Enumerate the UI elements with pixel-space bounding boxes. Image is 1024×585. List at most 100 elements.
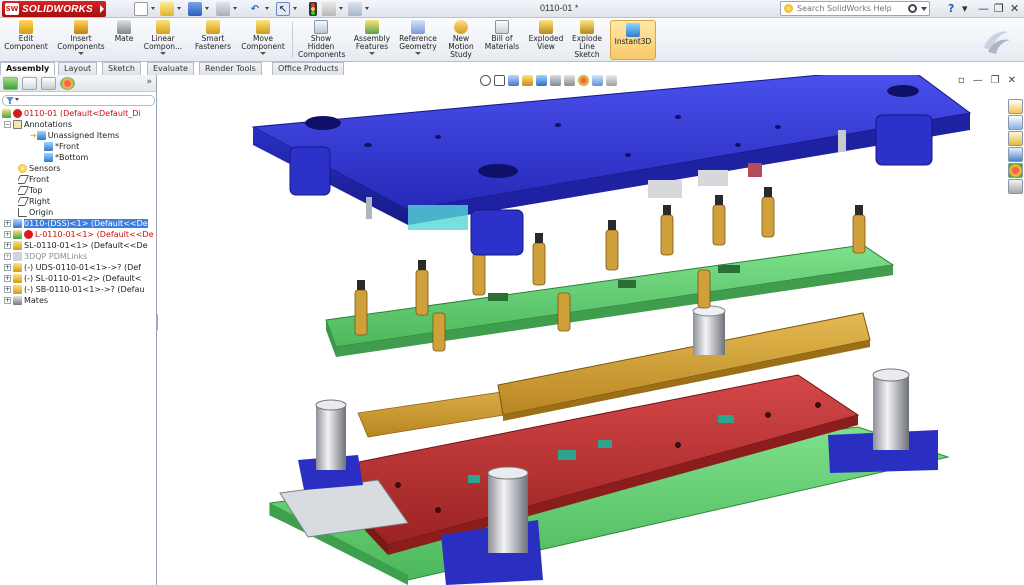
expand-icon[interactable]: + bbox=[4, 297, 11, 304]
display-manager-tab-icon[interactable] bbox=[60, 77, 75, 90]
tree-filter[interactable] bbox=[2, 95, 155, 106]
tree-item-sensors[interactable]: Sensors bbox=[18, 163, 61, 174]
close-icon[interactable]: ✕ bbox=[1010, 2, 1019, 15]
expand-icon[interactable]: + bbox=[4, 253, 11, 260]
feature-manager-tab-icon[interactable] bbox=[3, 77, 18, 90]
options-icon[interactable] bbox=[348, 2, 362, 16]
tree-item-top-plane[interactable]: Top bbox=[18, 185, 43, 196]
tree-root-assembly[interactable]: 0110-01 (Default<Default_Di bbox=[2, 108, 141, 119]
explode-line-sketch-button[interactable]: Explode Line Sketch bbox=[568, 20, 606, 59]
tree-item-front-plane[interactable]: Front bbox=[18, 174, 49, 185]
help-button[interactable]: ? bbox=[948, 2, 954, 15]
tab-office-products[interactable]: Office Products bbox=[272, 62, 345, 75]
chevron-down-icon[interactable] bbox=[177, 7, 181, 10]
instant3d-icon bbox=[626, 23, 640, 37]
tree-item-unassigned-items[interactable]: ➜ Unassigned Items bbox=[30, 130, 119, 141]
plane-icon bbox=[18, 175, 30, 184]
expand-icon[interactable]: + bbox=[4, 286, 11, 293]
chevron-down-icon[interactable] bbox=[233, 7, 237, 10]
tree-item-front-annotation-view[interactable]: *Front bbox=[44, 141, 79, 152]
tree-item-component-uds-0110[interactable]: + (-) UDS-0110-01<1>->? (Def bbox=[4, 262, 141, 273]
help-search-input[interactable] bbox=[797, 3, 907, 14]
new-motion-study-button[interactable]: New Motion Study bbox=[444, 20, 478, 59]
expand-icon[interactable]: + bbox=[4, 264, 11, 271]
tree-item-right-plane[interactable]: Right bbox=[18, 196, 50, 207]
chevron-down-icon[interactable] bbox=[15, 98, 19, 101]
ribbon-separator bbox=[292, 22, 293, 58]
tree-item-component-sb-0110[interactable]: + (-) SB-0110-01<1>->? (Defau bbox=[4, 284, 144, 295]
top-die-shoe[interactable] bbox=[251, 75, 972, 225]
pilot-post[interactable] bbox=[693, 310, 725, 355]
chevron-down-icon[interactable] bbox=[339, 7, 343, 10]
rebuild-error-icon bbox=[13, 109, 22, 118]
tree-item-component-sl-0110-2[interactable]: + (-) SL-0110-01<2> (Default< bbox=[4, 273, 141, 284]
expand-icon[interactable]: + bbox=[4, 242, 11, 249]
mate-button[interactable]: Mate bbox=[110, 20, 138, 43]
chevron-down-icon[interactable] bbox=[160, 52, 166, 55]
tree-item-component-sl-0110-1[interactable]: + SL-0110-01<1> (Default<<De bbox=[4, 240, 148, 251]
chevron-down-icon[interactable] bbox=[369, 52, 375, 55]
expand-panel-icon[interactable]: » bbox=[146, 77, 152, 87]
exploded-view-button[interactable]: Exploded View bbox=[526, 20, 566, 51]
chevron-down-icon[interactable] bbox=[365, 7, 369, 10]
edit-component-label: Edit Component bbox=[4, 34, 48, 51]
undo-icon[interactable]: ↶ bbox=[248, 2, 262, 16]
chevron-down-icon[interactable] bbox=[293, 7, 297, 10]
chevron-down-icon[interactable] bbox=[265, 7, 269, 10]
chevron-down-icon[interactable] bbox=[151, 7, 155, 10]
insert-components-button[interactable]: Insert Components bbox=[54, 20, 108, 55]
restore-icon[interactable]: ❐ bbox=[994, 2, 1004, 15]
tree-item-component-l-0110[interactable]: + L-0110-01<1> (Default<<De bbox=[4, 229, 154, 240]
chevron-down-icon[interactable] bbox=[260, 52, 266, 55]
rebuild-icon[interactable] bbox=[322, 2, 336, 16]
show-hidden-components-button[interactable]: Show Hidden Components bbox=[298, 20, 345, 59]
chevron-down-icon[interactable]: ▾ bbox=[962, 2, 968, 15]
search-icon[interactable] bbox=[908, 4, 917, 13]
chevron-down-icon[interactable] bbox=[415, 52, 421, 55]
tab-evaluate[interactable]: Evaluate bbox=[147, 62, 194, 75]
exploded-die-assembly-model[interactable] bbox=[158, 75, 1024, 585]
save-icon[interactable] bbox=[188, 2, 202, 16]
tab-render-tools[interactable]: Render Tools bbox=[199, 62, 262, 75]
tree-item-bottom-annotation-view[interactable]: *Bottom bbox=[44, 152, 88, 163]
reference-geometry-button[interactable]: Reference Geometry bbox=[396, 20, 440, 55]
select-arrow-icon[interactable]: ↖ bbox=[276, 2, 290, 16]
bill-of-materials-button[interactable]: Bill of Materials bbox=[482, 20, 522, 51]
edit-component-button[interactable]: Edit Component bbox=[4, 20, 48, 51]
expand-icon[interactable]: + bbox=[4, 220, 11, 227]
tab-layout[interactable]: Layout bbox=[58, 62, 98, 75]
move-component-button[interactable]: Move Component bbox=[238, 20, 288, 55]
manager-tabs: » bbox=[0, 75, 156, 92]
tab-assembly[interactable]: Assembly bbox=[0, 62, 56, 76]
traffic-light-icon[interactable] bbox=[306, 2, 320, 16]
linear-pattern-icon bbox=[156, 20, 170, 34]
new-document-icon[interactable] bbox=[134, 2, 148, 16]
tree-item-origin[interactable]: Origin bbox=[18, 207, 53, 218]
chevron-down-icon[interactable] bbox=[78, 52, 84, 55]
tree-item-annotations[interactable]: − Annotations bbox=[4, 119, 72, 130]
chevron-down-icon[interactable] bbox=[205, 7, 209, 10]
open-folder-icon[interactable] bbox=[160, 2, 174, 16]
tree-item-mates[interactable]: + Mates bbox=[4, 295, 48, 306]
instant3d-button[interactable]: Instant3D bbox=[610, 20, 656, 60]
property-manager-tab-icon[interactable] bbox=[22, 77, 37, 90]
tree-item-component-dss[interactable]: +0110-(DSS)<1> (Default<<De bbox=[4, 218, 157, 229]
print-icon[interactable] bbox=[216, 2, 230, 16]
minimize-icon[interactable]: — bbox=[978, 2, 989, 15]
solidworks-logo-button[interactable]: SW SOLIDWORKS bbox=[2, 1, 106, 17]
graphics-area[interactable]: ▫ — ❐ ✕ bbox=[158, 75, 1024, 585]
assembly-features-button[interactable]: Assembly Features bbox=[350, 20, 394, 55]
expand-icon[interactable]: + bbox=[4, 231, 11, 238]
help-search-box[interactable] bbox=[780, 1, 930, 16]
guide-post-back-left[interactable] bbox=[298, 399, 363, 490]
tree-item-label: Sensors bbox=[29, 164, 61, 173]
configuration-manager-tab-icon[interactable] bbox=[41, 77, 56, 90]
collapse-icon[interactable]: − bbox=[4, 121, 11, 128]
tab-sketch[interactable]: Sketch bbox=[102, 62, 141, 75]
chevron-down-icon[interactable] bbox=[921, 7, 927, 11]
expand-icon[interactable]: + bbox=[4, 275, 11, 282]
tree-item-label: (-) UDS-0110-01<1>->? (Def bbox=[24, 263, 141, 272]
smart-fasteners-button[interactable]: Smart Fasteners bbox=[190, 20, 236, 51]
tree-item-pdm-links[interactable]: +3DQP PDMLinks bbox=[4, 251, 87, 262]
linear-component-pattern-button[interactable]: Linear Compon... bbox=[140, 20, 186, 55]
